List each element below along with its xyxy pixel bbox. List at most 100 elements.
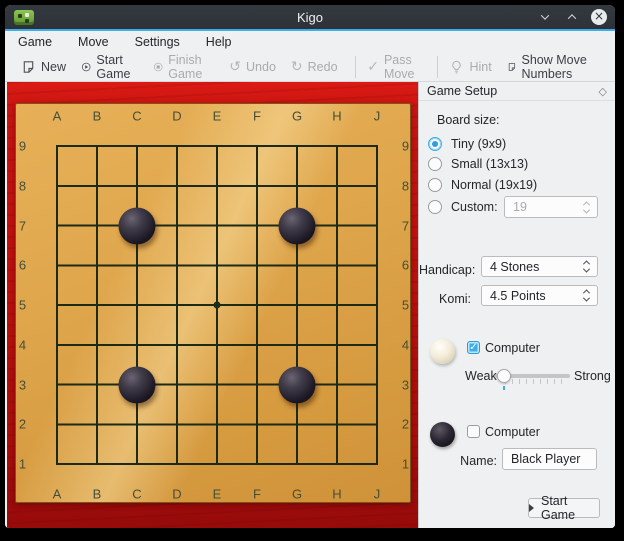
column-label-bottom: J xyxy=(374,487,381,502)
board-size-label: Board size: xyxy=(437,113,500,127)
radio-icon xyxy=(428,157,442,171)
black-player-name-input[interactable]: Black Player xyxy=(502,448,597,470)
panel-title: Game Setup xyxy=(427,84,599,98)
radio-icon xyxy=(428,200,442,214)
column-label-bottom: F xyxy=(253,487,261,502)
row-label-right: 6 xyxy=(402,258,409,273)
pass-move-button: ✓ Pass Move xyxy=(367,53,420,81)
column-label-bottom: A xyxy=(53,487,62,502)
row-label-right: 8 xyxy=(402,178,409,193)
go-board-area: AABBCCDDEEFFGGHHJJ998877665544332211 xyxy=(7,82,418,528)
float-panel-icon[interactable]: ◇ xyxy=(599,85,607,98)
checkmark-icon: ✓ xyxy=(367,60,379,74)
lightbulb-icon xyxy=(449,59,464,75)
name-label: Name: xyxy=(445,454,497,468)
row-label-left: 7 xyxy=(19,218,26,233)
menu-game[interactable]: Game xyxy=(18,35,52,49)
column-label-top: F xyxy=(253,109,261,124)
titlebar[interactable]: Kigo × xyxy=(5,5,615,31)
black-computer-checkbox[interactable] xyxy=(467,425,480,438)
close-button[interactable]: × xyxy=(591,9,607,25)
white-computer-checkbox[interactable]: ✓ xyxy=(467,341,480,354)
column-label-bottom: G xyxy=(292,487,302,502)
go-board[interactable]: AABBCCDDEEFFGGHHJJ998877665544332211 xyxy=(15,103,411,503)
white-stone-image xyxy=(430,339,455,364)
column-label-top: H xyxy=(332,109,341,124)
row-label-right: 7 xyxy=(402,218,409,233)
window-title: Kigo xyxy=(5,10,615,25)
toolbar-separator xyxy=(437,56,438,78)
weak-label: Weak xyxy=(465,369,497,383)
menu-settings[interactable]: Settings xyxy=(135,35,180,49)
document-icon xyxy=(507,59,517,75)
komi-spinbox[interactable]: 4.5 Points xyxy=(481,285,598,306)
column-label-bottom: B xyxy=(93,487,102,502)
show-move-numbers-button[interactable]: Show Move Numbers xyxy=(507,53,600,81)
row-label-left: 6 xyxy=(19,258,26,273)
radio-custom[interactable]: Custom: xyxy=(428,199,498,215)
row-label-left: 5 xyxy=(19,298,26,313)
go-stone-black xyxy=(119,207,156,244)
column-label-top: J xyxy=(374,109,381,124)
undo-button: ↺ Undo xyxy=(229,60,276,74)
menubar: Game Move Settings Help xyxy=(5,31,615,52)
row-label-left: 2 xyxy=(19,417,26,432)
radio-tiny-9x9[interactable]: Tiny (9x9) xyxy=(428,136,506,152)
column-label-top: E xyxy=(213,109,222,124)
column-label-top: B xyxy=(93,109,102,124)
row-label-left: 8 xyxy=(19,178,26,193)
toolbar: New Start Game Finish Game ↺ Undo ↻ Redo… xyxy=(5,52,615,82)
maximize-button[interactable] xyxy=(564,9,580,25)
play-circle-icon xyxy=(81,59,91,75)
finish-game-button: Finish Game xyxy=(153,53,214,81)
row-label-right: 1 xyxy=(402,457,409,472)
slider-ticks xyxy=(505,379,568,384)
black-stone-image xyxy=(430,422,455,447)
handicap-spinbox[interactable]: 4 Stones xyxy=(481,256,598,277)
undo-arrow-icon: ↺ xyxy=(229,60,241,74)
go-stone-black xyxy=(279,207,316,244)
chevron-up-icon xyxy=(568,14,576,22)
new-button[interactable]: New xyxy=(21,59,66,75)
column-label-top: G xyxy=(292,109,302,124)
spinbox-arrows-icon[interactable] xyxy=(584,260,597,273)
minimize-button[interactable] xyxy=(537,9,553,25)
radio-normal-19x19[interactable]: Normal (19x19) xyxy=(428,177,537,193)
menu-help[interactable]: Help xyxy=(206,35,232,49)
strength-slider[interactable] xyxy=(495,368,570,384)
radio-icon xyxy=(428,178,442,192)
column-label-top: A xyxy=(53,109,62,124)
stop-circle-icon xyxy=(153,59,163,75)
custom-size-spinbox: 19 xyxy=(504,196,598,218)
hint-button: Hint xyxy=(449,59,491,75)
spinbox-arrows-icon xyxy=(584,201,597,214)
komi-label: Komi: xyxy=(419,292,471,306)
radio-icon xyxy=(428,137,442,151)
strong-label: Strong xyxy=(574,369,611,383)
panel-header[interactable]: Game Setup ◇ xyxy=(419,82,615,101)
column-label-top: C xyxy=(132,109,141,124)
column-label-bottom: E xyxy=(213,487,222,502)
menu-move[interactable]: Move xyxy=(78,35,109,49)
row-label-right: 5 xyxy=(402,298,409,313)
column-label-bottom: D xyxy=(172,487,181,502)
row-label-right: 4 xyxy=(402,337,409,352)
row-label-left: 3 xyxy=(19,377,26,392)
column-label-top: D xyxy=(172,109,181,124)
start-game-button[interactable]: Start Game xyxy=(528,498,600,518)
game-setup-panel: Game Setup ◇ Board size: Tiny (9x9) Smal… xyxy=(418,82,615,528)
column-label-bottom: H xyxy=(332,487,341,502)
white-computer-label: Computer xyxy=(485,341,540,355)
row-label-left: 9 xyxy=(19,139,26,154)
close-icon: × xyxy=(591,9,607,25)
row-label-left: 4 xyxy=(19,337,26,352)
toolbar-separator xyxy=(355,56,356,78)
go-stone-black xyxy=(279,366,316,403)
radio-small-13x13[interactable]: Small (13x13) xyxy=(428,156,528,172)
spinbox-arrows-icon[interactable] xyxy=(584,289,597,302)
kigo-window: Kigo × Game Move Settings Help New Start… xyxy=(5,5,615,528)
new-document-icon xyxy=(21,59,36,75)
handicap-label: Handicap: xyxy=(419,263,471,277)
start-game-toolbar-button[interactable]: Start Game xyxy=(81,53,138,81)
row-label-right: 3 xyxy=(402,377,409,392)
